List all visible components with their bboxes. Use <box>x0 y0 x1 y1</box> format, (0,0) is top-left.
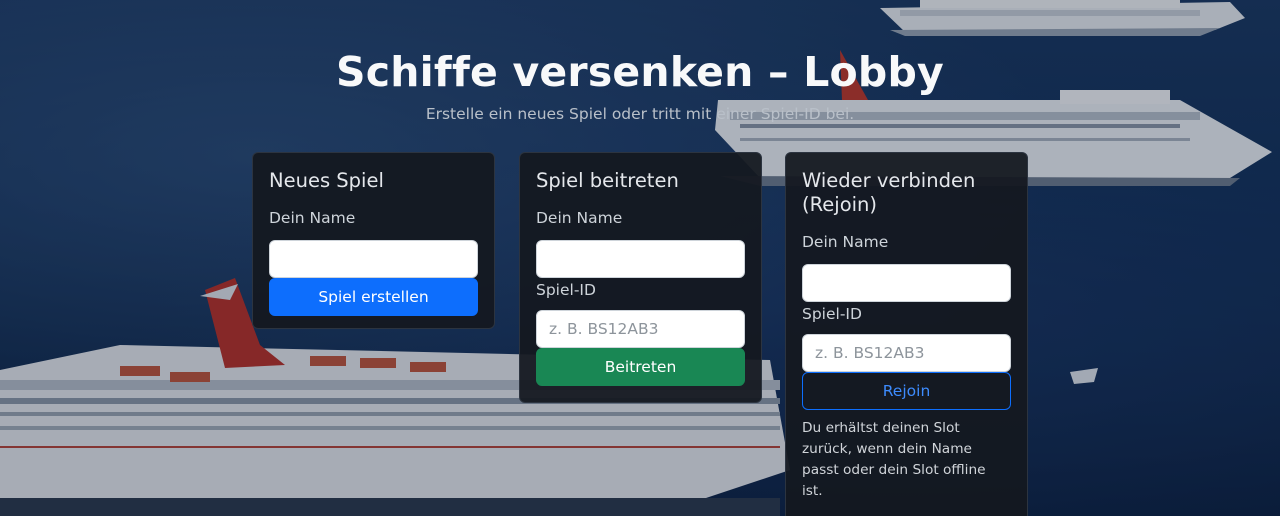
rejoin-card: Wieder verbinden (Rejoin) Dein Name Spie… <box>785 152 1028 516</box>
join-game-name-input[interactable] <box>536 240 745 278</box>
lobby-header: Schiffe versenken – Lobby Erstelle ein n… <box>0 46 1280 124</box>
new-game-title: Neues Spiel <box>269 169 384 192</box>
join-game-button[interactable]: Beitreten <box>536 348 745 386</box>
new-game-card: Neues Spiel Dein Name Spiel erstellen <box>252 152 495 329</box>
new-game-name-label: Dein Name <box>269 209 356 227</box>
page-title: Schiffe versenken – Lobby <box>336 48 944 96</box>
new-game-name-input[interactable] <box>269 240 478 278</box>
join-game-id-input[interactable] <box>536 310 745 348</box>
rejoin-button[interactable]: Rejoin <box>802 372 1011 410</box>
join-game-id-label: Spiel-ID <box>536 281 596 299</box>
rejoin-hint: Du erhältst deinen Slot zurück, wenn dei… <box>802 420 986 499</box>
rejoin-id-input[interactable] <box>802 334 1011 372</box>
join-game-name-label: Dein Name <box>536 209 623 227</box>
create-game-button[interactable]: Spiel erstellen <box>269 278 478 316</box>
page-subtitle: Erstelle ein neues Spiel oder tritt mit … <box>425 105 855 123</box>
rejoin-name-input[interactable] <box>802 264 1011 302</box>
rejoin-name-label: Dein Name <box>802 233 889 251</box>
join-game-title: Spiel beitreten <box>536 169 679 192</box>
join-game-card: Spiel beitreten Dein Name Spiel-ID Beitr… <box>519 152 762 403</box>
rejoin-title: Wieder verbinden (Rejoin) <box>802 169 976 216</box>
rejoin-id-label: Spiel-ID <box>802 305 862 323</box>
